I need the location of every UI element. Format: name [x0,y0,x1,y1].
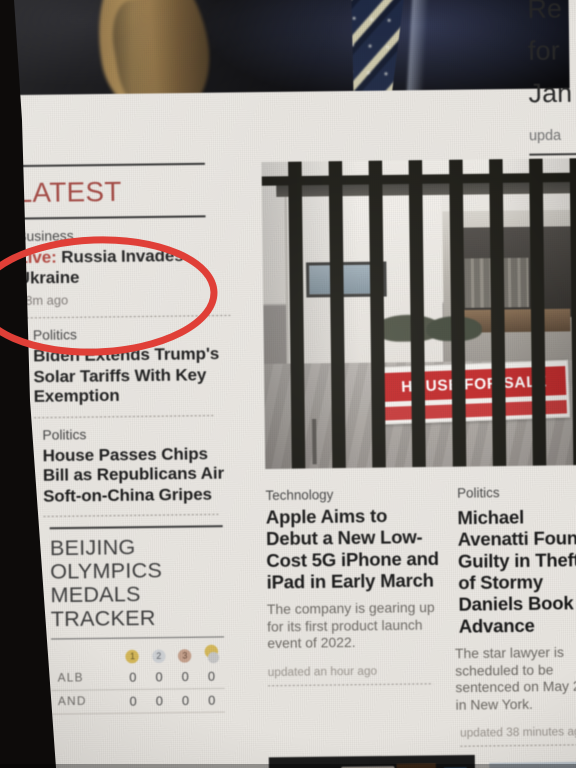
alb-gold: 0 [129,670,137,685]
kicker-politics-3: Politics [457,484,500,501]
necktie-dots [337,0,414,95]
and-bronze: 0 [181,693,190,708]
device-screen: Re for Jan upda LATEST Business Live: Ru… [0,0,576,768]
rail-story-chips-bill[interactable]: Politics House Passes Chips Bill as Repu… [42,415,233,506]
medals-tracker-title: BEIJING OLYMPICS MEDALS TRACKER [49,534,163,631]
and-silver: 0 [155,693,163,709]
medals-top-divider [49,525,223,529]
medals-header-row: 1 2 3 [51,644,224,668]
hero-photo[interactable] [0,0,570,96]
and-gold: 0 [129,694,137,709]
total-medals-icon [204,644,218,659]
medals-total-header [198,644,224,666]
bronze-medal-icon: 3 [178,649,192,663]
medals-title-divider [51,635,225,640]
top-right-divider [529,152,576,156]
medals-silver-header: 2 [146,645,172,666]
medals-bronze-header: 3 [172,645,198,666]
page-body: LATEST Business Live: Russia Invades Ukr… [0,94,576,768]
photo-edge-shading [261,158,576,469]
table-row: ALB 0 0 0 0 [51,665,225,691]
headline-russia-invades-ukraine: Live: Russia Invades Ukraine [17,246,230,289]
top-right-clipped-story[interactable]: Re for Jan upda [527,0,576,156]
bottom-right-card[interactable] [489,761,576,768]
lead-photo-house-for-sale[interactable]: HOUSE FOR SALE [261,158,576,469]
medals-table: 1 2 3 ALB 0 0 0 0 AND 0 0 0 0 [51,644,225,715]
alb-bronze: 0 [181,669,189,685]
story-card-apple[interactable]: Technology Apple Aims to Debut a New Low… [265,485,445,686]
alb-silver: 0 [155,670,163,685]
live-video-card[interactable]: LIVE [268,754,476,768]
kicker-technology: Technology [265,486,334,503]
right-column-divider [460,744,576,747]
medals-gold-header: 1 [119,646,145,667]
updated-avenatti: updated 38 minutes ago [460,725,576,740]
headline-house-passes-chips-bill: House Passes Chips Bill as Republicans A… [42,444,225,506]
hero-hand-shape [85,0,220,96]
top-right-updated: upda [528,126,562,144]
summary-apple: The company is gearing up for its first … [266,599,435,652]
gold-medal-icon: 1 [125,649,140,664]
story-card-avenatti[interactable]: Politics Michael Avenatti Found Guilty in … [455,484,576,747]
headline-biden-solar-tariffs: Biden Extends Trump's Solar Tariffs With… [33,344,220,406]
alb-total: 0 [207,669,216,684]
headline-clip-wrapper: Michael Avenatti Found Guilty in Theft of S… [457,503,576,638]
top-right-line-1: Re [527,0,563,24]
rail-divider-3 [43,513,219,518]
latest-rail: LATEST Business Live: Russia Invades Ukr… [16,162,235,715]
medals-tracker-promo[interactable]: BEIJING OLYMPICS MEDALS TRACKER 1 2 3 AL… [49,525,234,715]
medals-country-alb: ALB [57,672,84,685]
kicker-politics-1: Politics [32,327,78,344]
hero-necktie-shape [337,0,414,95]
rail-top-divider [16,162,205,168]
summary-avenatti: The star lawyer is scheduled to be sentenc… [454,644,576,713]
top-right-line-3: Jan [528,76,573,109]
medals-country-and: AND [57,695,87,709]
summary-clip-wrapper: The star lawyer is scheduled to be sentenc… [455,636,576,714]
timestamp-russia: 28m ago [17,293,69,309]
kicker-politics-2: Politics [42,426,87,443]
top-right-line-2: for [527,34,561,67]
medals-country-header [51,646,120,667]
latest-heading: LATEST [16,176,122,209]
screenshot-root: Re for Jan upda LATEST Business Live: Ru… [0,0,576,768]
necktie-highlight [406,0,431,95]
headline-apple-low-cost-5g: Apple Aims to Debut a New Low-Cost 5G iP… [265,505,439,593]
middle-column-divider [267,682,433,686]
headline-avenatti-guilty: Michael Avenatti Found Guilty in Theft of S… [457,507,576,637]
silver-medal-icon: 2 [151,649,166,664]
rail-story-solar-tariffs[interactable]: Politics Biden Extends Trump's Solar Tar… [33,316,232,408]
updated-apple: updated an hour ago [267,664,378,679]
rail-story-russia[interactable]: Business Live: Russia Invades Ukraine 28… [17,217,230,308]
kicker-business: Business [17,228,74,245]
table-row: AND 0 0 0 0 [51,688,225,715]
live-thumbnail-2 [396,763,437,768]
and-total: 0 [208,693,216,708]
